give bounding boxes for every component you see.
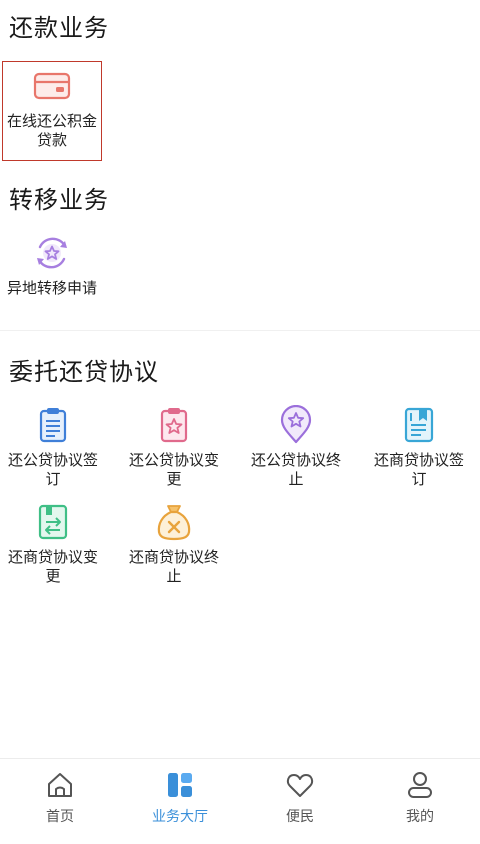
money-bag-x-icon xyxy=(157,505,191,541)
tile-public-loan-change[interactable]: 还公贷协议变更 xyxy=(122,405,226,489)
tile-public-loan-sign[interactable]: 还公贷协议签订 xyxy=(1,405,105,489)
tab-mine[interactable]: 我的 xyxy=(360,759,480,844)
tile-label: 还商贷协议变更 xyxy=(7,548,98,585)
tile-label: 还公贷协议终止 xyxy=(250,451,341,488)
tile-label: 还公贷协议签订 xyxy=(7,451,98,488)
book-lines-icon xyxy=(404,407,434,443)
section-divider xyxy=(0,330,480,331)
tile-label: 还商贷协议终止 xyxy=(128,548,219,585)
tab-label: 便民 xyxy=(286,809,314,825)
user-icon xyxy=(408,772,432,798)
tile-commercial-loan-change[interactable]: 还商贷协议变更 xyxy=(1,502,105,586)
tab-label: 我的 xyxy=(406,809,434,825)
bottom-tab-bar: 首页 业务大厅 便民 我的 xyxy=(0,758,480,844)
book-swap-icon xyxy=(38,504,68,540)
tile-commercial-loan-terminate[interactable]: 还商贷协议终止 xyxy=(122,502,226,586)
tile-commercial-loan-sign[interactable]: 还商贷协议签订 xyxy=(367,405,471,489)
business-hall-page: 还款业务 在线还公积金贷款 转移业务 异地转移申请 委托还贷协议 还公贷协议签订… xyxy=(0,0,480,844)
tab-business-hall[interactable]: 业务大厅 xyxy=(120,759,240,844)
tile-label: 在线还公积金贷款 xyxy=(6,112,97,149)
grid-icon xyxy=(168,773,192,797)
location-star-icon xyxy=(280,405,312,444)
section-title-agreement: 委托还贷协议 xyxy=(9,358,159,386)
section-title-repay: 还款业务 xyxy=(9,14,109,42)
tab-label: 首页 xyxy=(46,809,74,825)
tab-home[interactable]: 首页 xyxy=(0,759,120,844)
credit-card-icon xyxy=(33,72,71,100)
tile-transfer-apply[interactable]: 异地转移申请 xyxy=(0,233,104,298)
tile-online-repay[interactable]: 在线还公积金贷款 xyxy=(0,66,104,150)
tile-label: 异地转移申请 xyxy=(6,279,97,297)
home-icon xyxy=(48,773,72,797)
section-title-transfer: 转移业务 xyxy=(9,186,109,214)
tile-label: 还公贷协议变更 xyxy=(128,451,219,488)
tile-label: 还商贷协议签订 xyxy=(373,451,464,488)
clipboard-list-icon xyxy=(39,408,67,443)
clipboard-star-icon xyxy=(160,408,188,443)
tab-convenience[interactable]: 便民 xyxy=(240,759,360,844)
tab-label: 业务大厅 xyxy=(152,809,208,825)
tile-public-loan-terminate[interactable]: 还公贷协议终止 xyxy=(244,405,348,489)
star-transfer-icon xyxy=(37,237,67,269)
heart-icon xyxy=(286,774,314,797)
